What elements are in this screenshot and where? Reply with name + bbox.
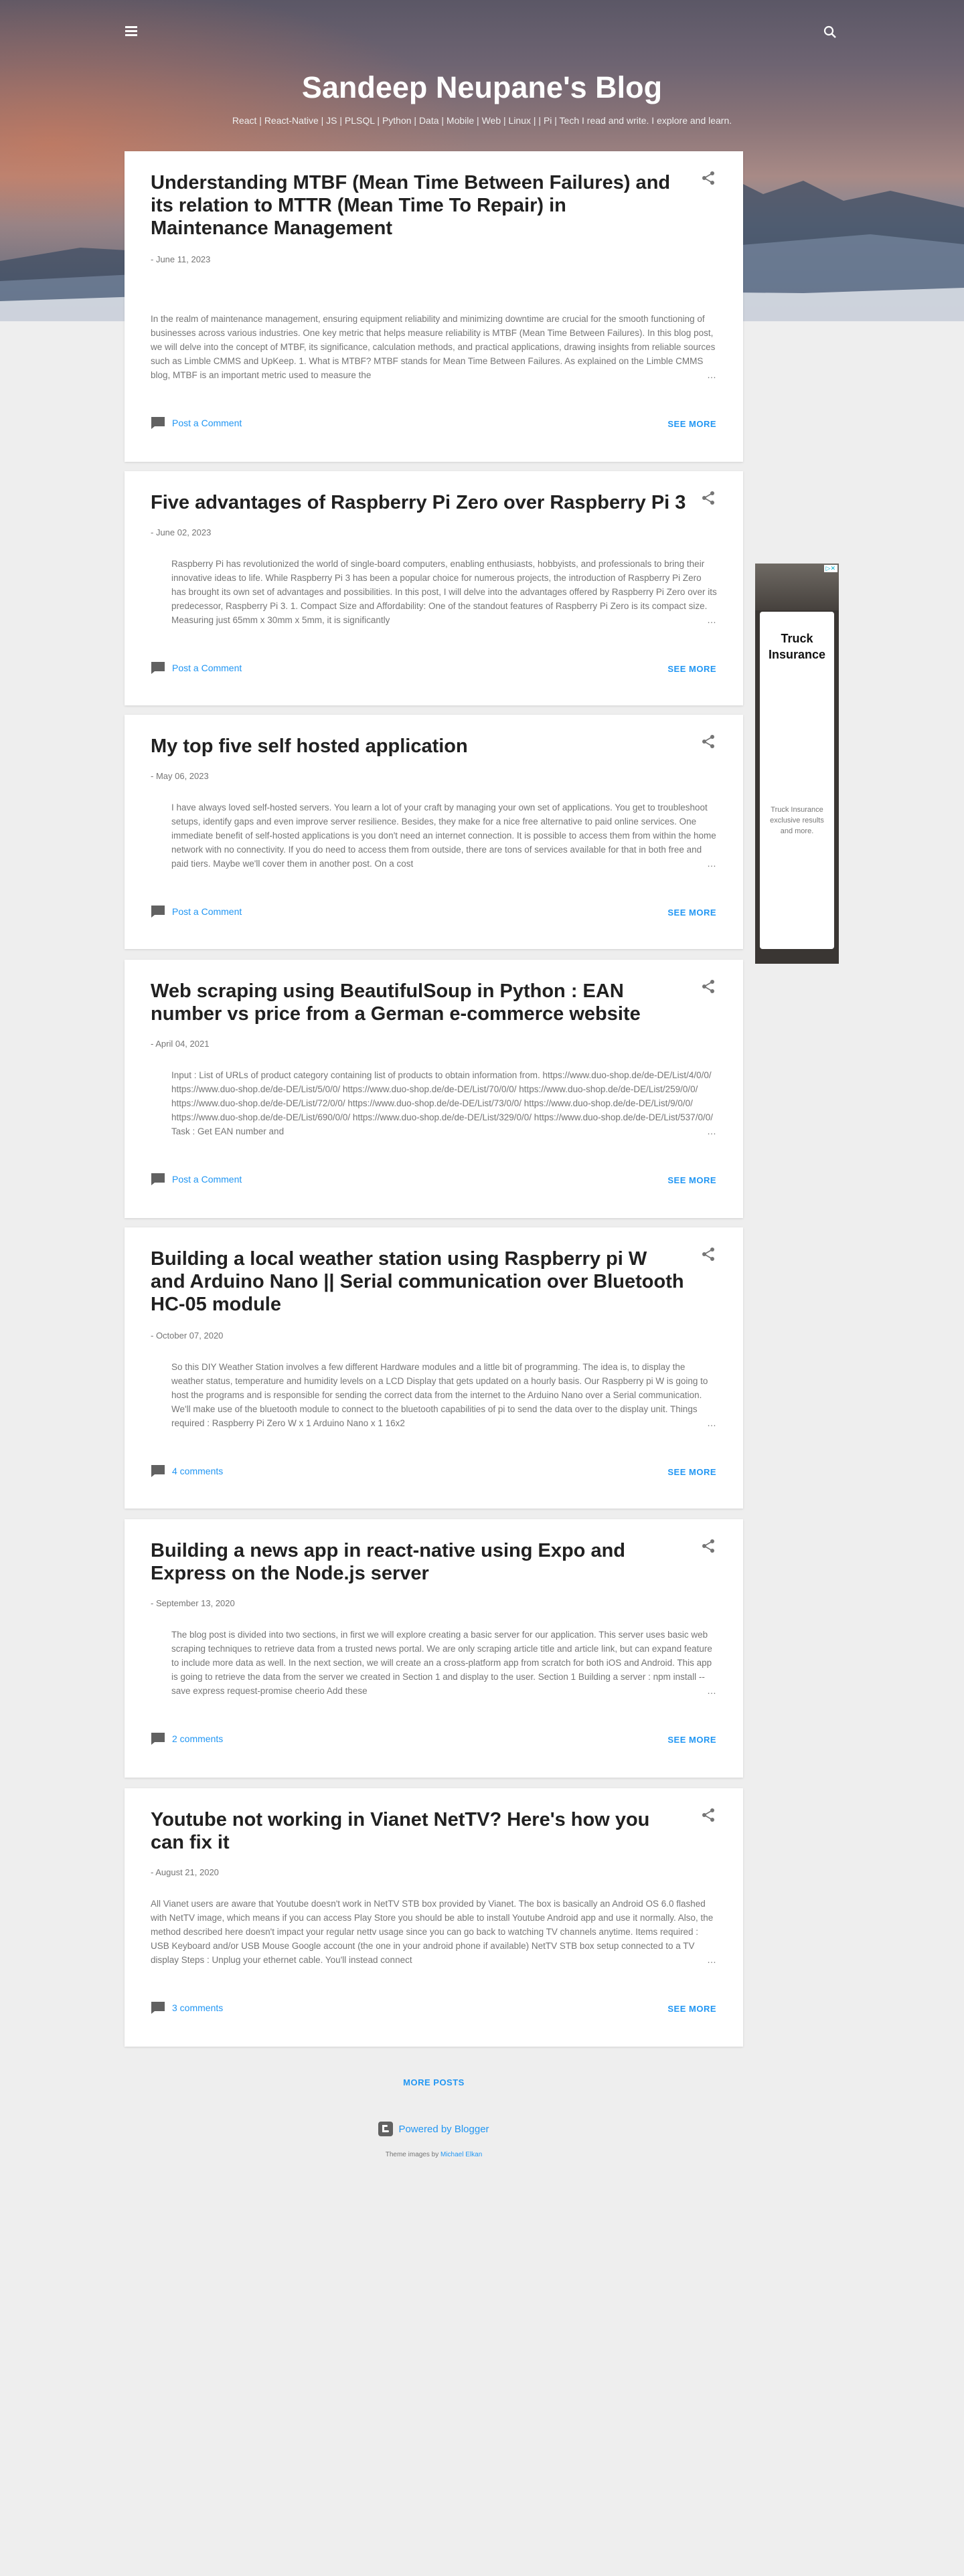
- search-button[interactable]: [822, 24, 838, 40]
- search-icon: [823, 25, 836, 38]
- comment-label[interactable]: 2 comments: [172, 1733, 223, 1744]
- post-snippet: Raspberry Pi has revolutionized the worl…: [171, 559, 717, 625]
- post-snippet: All Vianet users are aware that Youtube …: [151, 1899, 714, 1965]
- post-date[interactable]: - June 02, 2023: [151, 527, 211, 537]
- post-date[interactable]: - May 06, 2023: [151, 771, 209, 781]
- see-more-button[interactable]: SEE MORE: [667, 664, 716, 674]
- post-date[interactable]: - September 13, 2020: [151, 1598, 235, 1608]
- snippet-ellipsis: …: [707, 858, 716, 869]
- share-icon[interactable]: [700, 490, 716, 506]
- comment-icon: [151, 1733, 165, 1745]
- post-card: Youtube not working in Vianet NetTV? Her…: [125, 1788, 743, 2047]
- post-title[interactable]: Building a local weather station using R…: [151, 1248, 686, 1316]
- comment-label[interactable]: 4 comments: [172, 1466, 223, 1476]
- post-comment-link[interactable]: 4 comments: [151, 1464, 223, 1478]
- comment-label[interactable]: Post a Comment: [172, 906, 242, 917]
- post-title[interactable]: My top five self hosted application: [151, 735, 686, 758]
- see-more-button[interactable]: SEE MORE: [667, 1175, 716, 1185]
- hamburger-line: [125, 34, 137, 36]
- blog-description: React | React-Native | JS | PLSQL | Pyth…: [232, 115, 732, 126]
- share-icon[interactable]: [700, 1246, 716, 1262]
- powered-by-link[interactable]: Powered by Blogger: [0, 2122, 868, 2136]
- post-title[interactable]: Youtube not working in Vianet NetTV? Her…: [151, 1808, 686, 1854]
- post-title[interactable]: Five advantages of Raspberry Pi Zero ove…: [151, 491, 686, 514]
- post-snippet: Input : List of URLs of product category…: [171, 1070, 713, 1136]
- blog-title[interactable]: Sandeep Neupane's Blog: [0, 70, 964, 105]
- post-card: Web scraping using BeautifulSoup in Pyth…: [125, 960, 743, 1218]
- ad-choices-icon[interactable]: ▷✕: [823, 565, 837, 572]
- post-snippet: The blog post is divided into two sectio…: [171, 1630, 712, 1696]
- snippet-ellipsis: …: [707, 1954, 716, 1965]
- share-icon[interactable]: [700, 170, 716, 186]
- share-icon[interactable]: [700, 1807, 716, 1823]
- share-icon[interactable]: [700, 978, 716, 995]
- post-comment-link[interactable]: Post a Comment: [151, 905, 242, 918]
- theme-credit-prefix: Theme images by: [385, 2151, 439, 2158]
- post-card: My top five self hosted application - Ma…: [125, 715, 743, 949]
- ad-text: Truck Insurance exclusive results and mo…: [770, 806, 824, 835]
- sidebar-ad[interactable]: ▷✕ Truck Insurance Truck Insurance exclu…: [755, 564, 839, 964]
- comment-icon: [151, 417, 165, 429]
- hamburger-menu-icon: [125, 26, 137, 28]
- post-card: Building a news app in react-native usin…: [125, 1519, 743, 1778]
- blogger-icon: [378, 2122, 394, 2136]
- comment-icon: [151, 1173, 165, 1185]
- see-more-button[interactable]: SEE MORE: [667, 908, 716, 918]
- menu-button[interactable]: [123, 24, 139, 40]
- post-comment-link[interactable]: 2 comments: [151, 1732, 223, 1745]
- snippet-ellipsis: …: [707, 1126, 716, 1136]
- post-date[interactable]: - April 04, 2021: [151, 1039, 209, 1049]
- comment-label[interactable]: Post a Comment: [172, 1174, 242, 1185]
- snippet-ellipsis: …: [707, 369, 716, 380]
- theme-credit: Theme images by Michael Elkan: [0, 2151, 868, 2158]
- comment-label[interactable]: Post a Comment: [172, 418, 242, 428]
- post-date[interactable]: - August 21, 2020: [151, 1867, 219, 1877]
- hamburger-line: [125, 30, 137, 32]
- post-snippet: I have always loved self-hosted servers.…: [171, 802, 716, 869]
- share-icon[interactable]: [700, 1538, 716, 1554]
- post-card: Understanding MTBF (Mean Time Between Fa…: [125, 151, 743, 462]
- post-snippet: So this DIY Weather Station involves a f…: [171, 1362, 708, 1428]
- comment-label[interactable]: Post a Comment: [172, 663, 242, 673]
- post-card: Building a local weather station using R…: [125, 1227, 743, 1509]
- post-comment-link[interactable]: Post a Comment: [151, 416, 242, 430]
- theme-author-link[interactable]: Michael Elkan: [440, 2151, 482, 2158]
- more-posts-button[interactable]: MORE POSTS: [0, 2077, 868, 2087]
- post-comment-link[interactable]: Post a Comment: [151, 1173, 242, 1186]
- post-snippet: In the realm of maintenance management, …: [151, 314, 716, 380]
- post-date[interactable]: - June 11, 2023: [151, 254, 210, 264]
- ad-card[interactable]: Truck Insurance Truck Insurance exclusiv…: [760, 612, 834, 949]
- snippet-ellipsis: …: [707, 1418, 716, 1428]
- share-icon[interactable]: [700, 734, 716, 750]
- comment-icon: [151, 1465, 165, 1477]
- ad-title[interactable]: Truck Insurance: [760, 630, 834, 663]
- see-more-button[interactable]: SEE MORE: [667, 2004, 716, 2014]
- snippet-ellipsis: …: [707, 614, 716, 625]
- post-title[interactable]: Web scraping using BeautifulSoup in Pyth…: [151, 980, 686, 1025]
- see-more-button[interactable]: SEE MORE: [667, 1735, 716, 1745]
- comment-label[interactable]: 3 comments: [172, 2002, 223, 2013]
- see-more-button[interactable]: SEE MORE: [667, 419, 716, 429]
- post-comment-link[interactable]: Post a Comment: [151, 661, 242, 675]
- snippet-ellipsis: …: [707, 1685, 716, 1696]
- comment-icon: [151, 2002, 165, 2014]
- see-more-button[interactable]: SEE MORE: [667, 1467, 716, 1477]
- comment-icon: [151, 906, 165, 918]
- post-card: Five advantages of Raspberry Pi Zero ove…: [125, 471, 743, 705]
- powered-by-label[interactable]: Powered by Blogger: [398, 2124, 489, 2135]
- post-title[interactable]: Building a news app in react-native usin…: [151, 1539, 686, 1585]
- post-comment-link[interactable]: 3 comments: [151, 2001, 223, 2014]
- comment-icon: [151, 662, 165, 674]
- post-date[interactable]: - October 07, 2020: [151, 1330, 223, 1341]
- post-title[interactable]: Understanding MTBF (Mean Time Between Fa…: [151, 171, 686, 240]
